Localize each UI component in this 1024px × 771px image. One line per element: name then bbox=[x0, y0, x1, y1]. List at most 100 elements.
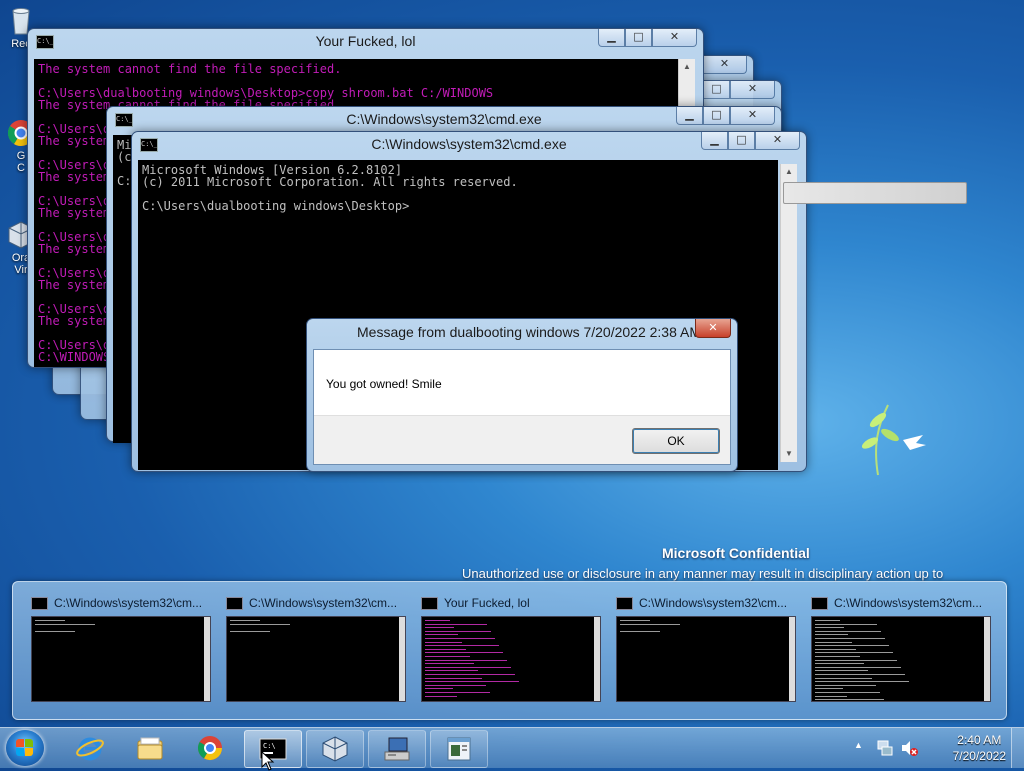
thumbnail-text-line bbox=[425, 688, 453, 690]
taskbar-network-computer[interactable] bbox=[368, 730, 426, 768]
minimize-button[interactable]: ▁ bbox=[701, 132, 728, 150]
thumbnail-text-line bbox=[425, 666, 511, 668]
scrollbar[interactable]: ▲ ▼ bbox=[780, 164, 967, 462]
thumbnail-screen bbox=[31, 616, 211, 702]
notepad-icon bbox=[447, 737, 471, 761]
thumbnail-text-line bbox=[815, 656, 860, 657]
network-icon[interactable] bbox=[876, 739, 894, 757]
window-titlebar[interactable]: C:\_ Your Fucked, lol ▁ □ ✕ bbox=[28, 29, 703, 53]
desktop-icon-label: G C bbox=[16, 150, 26, 174]
maximize-button[interactable]: □ bbox=[728, 132, 755, 150]
thumbnail-preview[interactable]: C:\Windows\system32\cm... bbox=[811, 596, 993, 702]
taskbar-internet-explorer[interactable] bbox=[62, 730, 118, 766]
thumbnail-text-line bbox=[620, 620, 650, 621]
thumbnail-text-line bbox=[425, 630, 491, 632]
taskbar: C:\ ▲ 2:40 AM 7/20/2022 bbox=[0, 727, 1024, 771]
thumbnail-text-line bbox=[230, 630, 270, 632]
thumbnail-screen bbox=[421, 616, 601, 702]
ok-button[interactable]: OK bbox=[632, 428, 720, 454]
cmd-icon bbox=[421, 596, 438, 610]
thumbnail-text-line bbox=[230, 620, 260, 621]
thumbnail-text-line bbox=[425, 684, 486, 686]
chrome-icon bbox=[197, 736, 222, 761]
close-button[interactable]: ✕ bbox=[702, 56, 747, 74]
scrollbar-thumb[interactable] bbox=[783, 182, 967, 204]
thumbnail-text-line bbox=[815, 674, 905, 675]
thumbnail-text-line bbox=[425, 627, 454, 629]
thumbnail-text-line bbox=[425, 663, 474, 665]
window-titlebar[interactable]: C:\_ C:\Windows\system32\cmd.exe ▁ □ ✕ bbox=[132, 132, 806, 156]
window-controls: ▁ □ ✕ bbox=[701, 132, 800, 150]
console-line: C:\Users\dualbooting windows\Desktop> bbox=[142, 199, 410, 213]
thumbnail-text-line bbox=[425, 645, 499, 647]
confidential-title: Microsoft Confidential bbox=[662, 545, 810, 561]
thumbnail-screen bbox=[616, 616, 796, 702]
minimize-button[interactable]: ▁ bbox=[676, 107, 703, 125]
confidential-notice: Unauthorized use or disclosure in any ma… bbox=[462, 566, 944, 581]
taskbar-virtualbox[interactable] bbox=[306, 730, 364, 768]
taskbar-cmd[interactable]: C:\ bbox=[244, 730, 302, 771]
thumbnail-title-row: C:\Windows\system32\cm... bbox=[226, 596, 408, 610]
mouse-cursor-icon bbox=[261, 751, 275, 771]
scroll-down-icon[interactable]: ▼ bbox=[781, 446, 797, 462]
minimize-button[interactable]: ▁ bbox=[598, 29, 625, 47]
thumbnail-scrollbar bbox=[594, 617, 600, 701]
taskbar-thumbnail-strip: C:\Windows\system32\cm... C:\Windows\syst… bbox=[12, 581, 1007, 720]
thumbnail-text-line bbox=[620, 623, 680, 625]
thumbnail-text-line bbox=[425, 681, 519, 683]
thumbnail-preview[interactable]: C:\Windows\system32\cm... bbox=[616, 596, 798, 702]
scroll-up-icon[interactable]: ▲ bbox=[679, 59, 695, 75]
thumbnail-text-line bbox=[425, 620, 450, 621]
thumbnail-text-line bbox=[425, 623, 487, 625]
thumbnail-preview[interactable]: C:\Windows\system32\cm... bbox=[226, 596, 408, 702]
thumbnail-text-line bbox=[815, 638, 885, 639]
window-titlebar[interactable]: C:\_ C:\Windows\system32\cmd.exe ▁ □ ✕ bbox=[107, 107, 781, 131]
taskbar-notepad[interactable] bbox=[430, 730, 488, 768]
clock-time: 2:40 AM bbox=[957, 733, 1002, 747]
thumbnail-text-line bbox=[815, 620, 840, 621]
thumbnail-text-line bbox=[425, 692, 490, 693]
close-button[interactable]: ✕ bbox=[755, 132, 800, 150]
taskbar-file-explorer[interactable] bbox=[122, 730, 178, 766]
thumbnail-text-line bbox=[815, 684, 876, 686]
thumbnail-title: C:\Windows\system32\cm... bbox=[639, 596, 788, 610]
console-line: The system cannot find the file specifie… bbox=[38, 62, 342, 76]
thumbnail-text-line bbox=[425, 656, 470, 657]
thumbnail-screen bbox=[226, 616, 406, 702]
start-button[interactable] bbox=[6, 730, 44, 766]
bird-logo-decoration bbox=[861, 404, 926, 476]
windows-logo-icon bbox=[16, 739, 34, 757]
thumbnail-text-line bbox=[815, 634, 848, 636]
thumbnail-title-row: C:\Windows\system32\cm... bbox=[31, 596, 213, 610]
dialog-title: Message from dualbooting windows 7/20/20… bbox=[357, 324, 701, 340]
close-button[interactable]: ✕ bbox=[652, 29, 697, 47]
maximize-button[interactable]: □ bbox=[625, 29, 652, 47]
thumbnail-text-line bbox=[815, 670, 868, 672]
thumbnail-text-line bbox=[35, 623, 95, 625]
thumbnail-text-line bbox=[815, 630, 881, 632]
thumbnail-scrollbar bbox=[789, 617, 795, 701]
maximize-button[interactable]: □ bbox=[703, 81, 730, 99]
virtualbox-icon bbox=[322, 736, 348, 762]
close-button[interactable]: ✕ bbox=[730, 107, 775, 125]
taskbar-chrome[interactable] bbox=[182, 730, 238, 766]
close-button[interactable]: ✕ bbox=[730, 81, 775, 99]
thumbnail-text-line bbox=[425, 674, 515, 675]
thumbnail-preview[interactable]: Your Fucked, lol bbox=[421, 596, 603, 702]
show-desktop-button[interactable] bbox=[1011, 728, 1024, 768]
show-hidden-icons-button[interactable]: ▲ bbox=[854, 740, 866, 750]
window-controls: ▁ □ ✕ bbox=[598, 29, 697, 47]
volume-muted-icon[interactable] bbox=[900, 739, 918, 757]
message-dialog[interactable]: Message from dualbooting windows 7/20/20… bbox=[306, 318, 738, 472]
thumbnail-title: C:\Windows\system32\cm... bbox=[249, 596, 398, 610]
thumbnail-text-line bbox=[35, 630, 75, 632]
thumbnail-text-line bbox=[425, 659, 507, 661]
thumbnail-scrollbar bbox=[204, 617, 210, 701]
thumbnail-preview[interactable]: C:\Windows\system32\cm... bbox=[31, 596, 213, 702]
dialog-close-button[interactable]: ✕ bbox=[695, 319, 731, 338]
clock-date: 7/20/2022 bbox=[952, 749, 1006, 763]
clock[interactable]: 2:40 AM 7/20/2022 bbox=[953, 732, 1006, 764]
maximize-button[interactable]: □ bbox=[703, 107, 730, 125]
thumbnail-text-line bbox=[620, 630, 660, 632]
scroll-up-icon[interactable]: ▲ bbox=[781, 164, 797, 180]
